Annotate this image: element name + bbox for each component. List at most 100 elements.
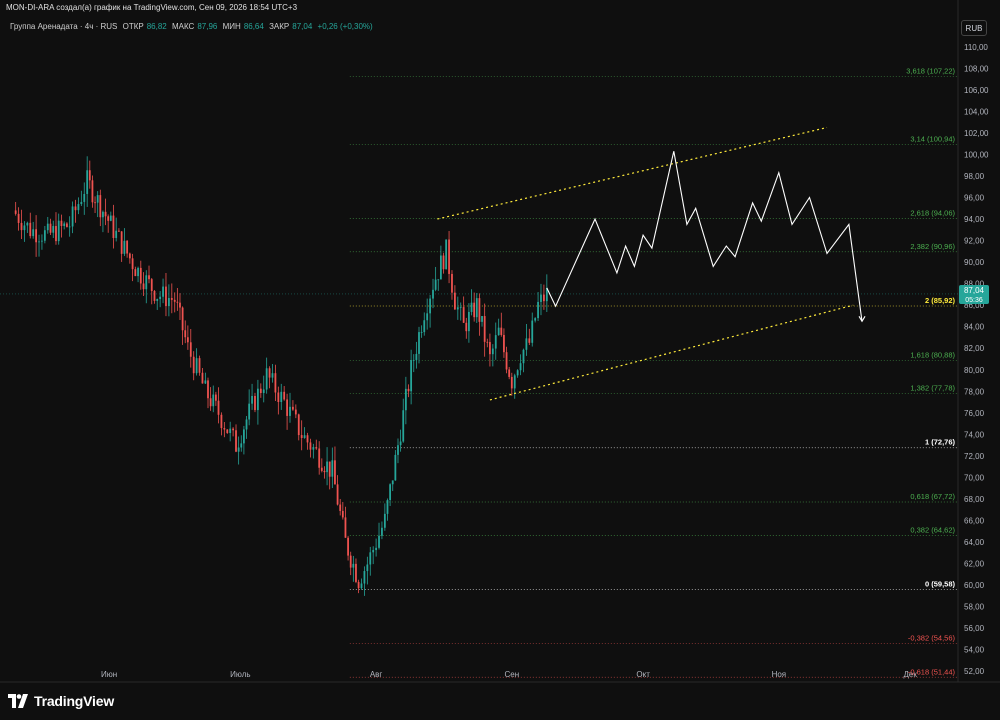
candle-body: [534, 318, 537, 321]
candle-body: [289, 406, 291, 416]
candle-body: [104, 211, 107, 217]
candle-body: [434, 279, 437, 290]
candle-body: [503, 334, 505, 353]
candle-body: [437, 279, 440, 281]
candle-body: [66, 223, 68, 227]
price-chart[interactable]: 52,00 54,00 56,00 58,00 60,00 62,00 64,00 66,00…: [0, 0, 1000, 720]
candle-body: [17, 213, 20, 223]
candle-body: [217, 400, 220, 415]
candle-body: [118, 230, 120, 232]
candle-body: [537, 301, 539, 319]
fib-level-label: 0 (59,58): [925, 580, 956, 589]
candle-body: [55, 226, 57, 242]
candle-body: [412, 359, 415, 361]
candle-body: [181, 307, 184, 331]
candle-body: [251, 395, 253, 404]
candle-body: [363, 571, 366, 584]
candle-body: [486, 341, 489, 343]
candle-body: [468, 311, 470, 332]
candle-body: [29, 222, 32, 237]
candle-body: [513, 375, 516, 389]
candle-body: [404, 388, 407, 411]
candle-body: [280, 391, 283, 403]
candle-body: [303, 435, 306, 438]
candle-body: [257, 388, 259, 411]
candle-body: [173, 299, 176, 302]
candle-body: [483, 316, 486, 342]
candle-body: [352, 563, 355, 568]
candle-body: [432, 289, 434, 299]
y-tick-label: 66,00: [964, 517, 985, 526]
candle-body: [531, 320, 534, 343]
candle-body: [402, 410, 405, 442]
currency-button[interactable]: RUB: [961, 20, 987, 36]
candle-body: [176, 301, 179, 303]
legend-low: 86,64: [243, 22, 264, 31]
y-tick-label: 62,00: [964, 560, 985, 569]
candle-body: [516, 370, 519, 376]
candle-body: [525, 338, 528, 350]
candle-body: [32, 229, 35, 237]
last-price-value: 87,04: [964, 286, 985, 295]
candle-body: [192, 356, 195, 374]
y-tick-label: 64,00: [964, 538, 985, 547]
fib-level-label: 2,382 (90,96): [910, 242, 955, 251]
tradingview-logo-icon: [8, 694, 28, 708]
candle-body: [456, 307, 459, 310]
candle-body: [510, 376, 513, 389]
fib-level-label: 3,618 (107,22): [906, 67, 955, 76]
y-tick-label: 76,00: [964, 409, 985, 418]
candle-body: [500, 327, 503, 335]
candle-body: [271, 373, 274, 378]
candle-body: [139, 267, 142, 284]
candle-body: [429, 298, 431, 314]
candle-body: [418, 332, 420, 354]
legend-symbol[interactable]: Группа Аренадата · 4ч · RUS: [10, 22, 117, 31]
candle-body: [312, 447, 315, 450]
candle-body: [494, 335, 497, 349]
candle-body: [360, 583, 363, 589]
candle-body: [410, 360, 413, 392]
candle-body: [445, 239, 448, 270]
candle-body: [102, 211, 104, 218]
tradingview-brand[interactable]: TradingView: [8, 693, 114, 709]
candle-body: [91, 180, 94, 203]
candle-body: [391, 480, 394, 485]
y-tick-label: 102,00: [964, 129, 989, 138]
candle-body: [459, 307, 462, 308]
bar-countdown: 05:36: [965, 297, 983, 304]
candle-body: [519, 363, 522, 371]
candle-body: [109, 215, 112, 221]
x-tick-label: Июн: [101, 670, 117, 679]
fib-level-label: 2 (85,92): [925, 296, 956, 305]
candle-body: [543, 294, 545, 302]
candle-body: [522, 349, 525, 364]
candle-body: [297, 414, 300, 436]
legend-close: 87,04: [292, 22, 313, 31]
candle-body: [309, 442, 312, 450]
candle-body: [540, 294, 542, 302]
candle-body: [292, 406, 294, 410]
fib-level-label: 0,382 (64,62): [910, 525, 955, 534]
candle-body: [489, 342, 491, 355]
candle-body: [99, 195, 102, 218]
candle-body: [277, 392, 280, 403]
candle-body: [204, 380, 207, 384]
candle-body: [294, 409, 297, 415]
candle-body: [451, 273, 453, 293]
candle-body: [179, 302, 181, 308]
candle-body: [189, 342, 192, 357]
candle-body: [201, 372, 204, 384]
y-tick-label: 70,00: [964, 473, 985, 482]
candle-body: [323, 470, 326, 473]
candle-body: [145, 275, 148, 290]
candle-body: [60, 220, 63, 227]
candle-body: [465, 322, 468, 332]
candle-body: [355, 563, 357, 582]
candle-body: [63, 223, 66, 227]
candle-body: [349, 555, 352, 568]
candle-body: [254, 395, 256, 411]
candle-body: [442, 255, 445, 270]
candle-body: [212, 394, 215, 407]
candle-body: [240, 443, 243, 448]
